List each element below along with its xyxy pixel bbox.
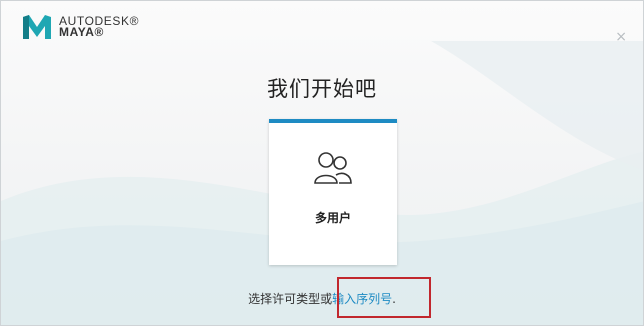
multi-user-label: 多用户 (314, 211, 351, 225)
multi-user-icon (314, 152, 352, 184)
footer-text: 选择许可类型或输入序列号. (1, 290, 643, 307)
page-title: 我们开始吧 (267, 77, 377, 101)
header-bar: AUTODESK® MAYA® × (1, 1, 643, 49)
maya-m-logo-icon (23, 15, 51, 39)
brand-maya: MAYA® (59, 25, 104, 39)
close-icon[interactable]: × (615, 29, 627, 45)
logo-text: AUTODESK® MAYA® (59, 15, 139, 39)
autodesk-maya-window: AUTODESK® MAYA® × 我们开始吧 多用户 选择许可类型或输入序列号… (0, 0, 644, 326)
highlight-annotation (337, 277, 431, 318)
autodesk-maya-logo: AUTODESK® MAYA® (23, 15, 139, 39)
footer-prefix: 选择许可类型或 (248, 292, 333, 306)
multi-user-card[interactable]: 多用户 (269, 119, 397, 265)
